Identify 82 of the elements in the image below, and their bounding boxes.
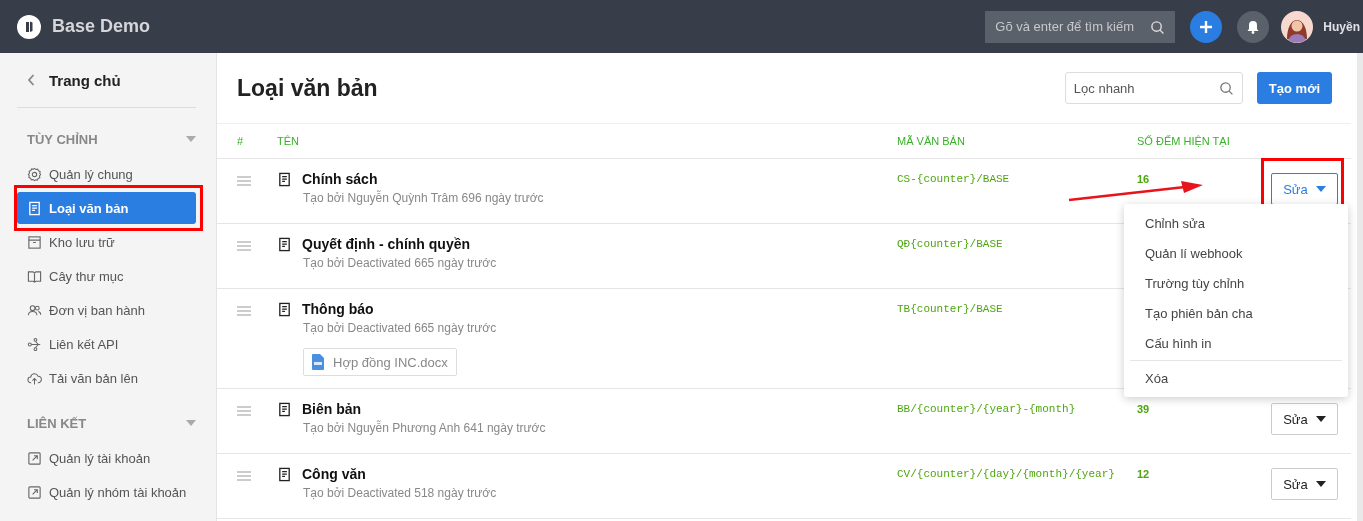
drag-handle-icon[interactable] <box>237 406 251 416</box>
menu-item[interactable]: Cấu hình in <box>1130 328 1342 358</box>
sidebar-item[interactable]: Quản lý chung <box>17 158 196 190</box>
menu-item[interactable]: Chỉnh sửa <box>1130 208 1342 238</box>
code-template: BB/{counter}/{year}-{month} <box>897 403 1077 415</box>
book-icon <box>27 268 42 284</box>
sidebar-item[interactable]: Liên kết API <box>17 328 196 360</box>
create-button[interactable]: Tạo mới <box>1256 72 1332 104</box>
document-icon <box>277 236 292 252</box>
box-icon <box>27 234 42 250</box>
menu-item[interactable]: Trường tùy chỉnh <box>1130 268 1342 298</box>
cloud-upload-icon <box>27 370 42 386</box>
caret-icon <box>1315 416 1326 422</box>
attachment-chip[interactable]: Hợp đồng INC.docx <box>303 348 457 376</box>
caret-icon <box>1315 481 1326 487</box>
share-nodes-icon <box>27 336 42 352</box>
notification-button[interactable] <box>1237 10 1270 43</box>
edit-dropdown-button[interactable]: Sửa <box>1271 468 1338 500</box>
search-field[interactable]: Gõ và enter để tìm kiếm <box>985 10 1176 43</box>
back-link[interactable]: Trang chủ <box>17 53 196 107</box>
document-icon <box>277 466 292 482</box>
sidebar-item[interactable]: Cây thư mục <box>17 260 196 292</box>
search-icon <box>1218 81 1234 96</box>
column-header: TÊN <box>277 135 300 147</box>
row-title[interactable]: Biên bản <box>302 401 362 417</box>
row-title[interactable]: Chính sách <box>302 171 378 187</box>
drag-handle-icon[interactable] <box>237 241 251 251</box>
document-icon <box>277 171 292 187</box>
row-title[interactable]: Công văn <box>302 466 366 482</box>
row-title[interactable]: Thông báo <box>302 301 374 317</box>
row-meta: Tạo bởi Deactivated 518 ngày trước <box>303 486 497 500</box>
caret-icon <box>1315 186 1326 192</box>
caret-icon <box>186 136 196 142</box>
sidebar-item[interactable]: Quản lý nhóm tài khoản <box>17 476 196 508</box>
page-title: Loại văn bản <box>237 74 379 102</box>
row-meta: Tạo bởi Deactivated 665 ngày trước <box>303 321 497 335</box>
menu-item[interactable]: Xóa <box>1130 363 1342 393</box>
users-icon <box>27 302 42 318</box>
code-template: CV/{counter}/{day}/{month}/{year} <box>897 468 1116 480</box>
counter-value: 12 <box>1137 468 1151 480</box>
logo-icon <box>17 14 41 39</box>
external-link-icon <box>27 450 42 466</box>
avatar[interactable] <box>1281 10 1314 43</box>
chevron-left-icon <box>27 74 35 86</box>
drag-handle-icon[interactable] <box>237 306 251 316</box>
user-name[interactable]: Huyền <box>1323 19 1360 34</box>
gear-icon <box>27 166 42 182</box>
app-title: Base Demo <box>52 16 151 37</box>
drag-handle-icon[interactable] <box>237 176 251 186</box>
code-template: TB{counter}/BASE <box>897 303 1004 315</box>
sidebar-item[interactable]: Tải văn bản lên <box>17 362 196 394</box>
word-file-icon <box>312 354 324 370</box>
row-meta: Tạo bởi Deactivated 665 ngày trước <box>303 256 497 270</box>
menu-item[interactable]: Quản lí webhook <box>1130 238 1342 268</box>
row-title[interactable]: Quyết định - chính quyền <box>302 236 470 252</box>
external-link-icon <box>27 484 42 500</box>
plus-icon <box>1200 20 1213 33</box>
edit-dropdown-button[interactable]: Sửa <box>1271 173 1338 205</box>
bell-icon <box>1247 19 1260 34</box>
column-header: MÃ VĂN BẢN <box>897 135 966 147</box>
document-icon <box>277 301 292 317</box>
column-header: SỐ ĐẾM HIỆN TẠI <box>1137 135 1231 147</box>
edit-dropdown-button[interactable]: Sửa <box>1271 403 1338 435</box>
menu-item[interactable]: Tạo phiên bản cha <box>1130 298 1342 328</box>
counter-value: 39 <box>1137 403 1151 415</box>
counter-value: 16 <box>1137 173 1151 185</box>
code-template: CS-{counter}/BASE <box>897 173 1011 185</box>
sidebar-item[interactable]: Quản lý tài khoản <box>17 442 196 474</box>
column-header: # <box>237 135 245 147</box>
search-icon <box>1150 19 1166 35</box>
sidebar-item[interactable]: Đơn vị ban hành <box>17 294 196 326</box>
filter-field[interactable]: Lọc nhanh <box>1064 72 1243 104</box>
code-template: QĐ{counter}/BASE <box>897 238 1004 250</box>
add-button[interactable] <box>1190 10 1223 43</box>
document-icon <box>277 401 292 417</box>
caret-icon <box>186 420 196 426</box>
sidebar-item[interactable]: Loại văn bản <box>17 192 196 224</box>
sidebar-item[interactable]: Kho lưu trữ <box>17 226 196 258</box>
drag-handle-icon[interactable] <box>237 471 251 481</box>
document-icon <box>27 200 42 216</box>
row-meta: Tạo bởi Nguyễn Quỳnh Trâm 696 ngày trước <box>303 191 544 205</box>
row-meta: Tạo bởi Nguyễn Phương Anh 641 ngày trước <box>303 421 546 435</box>
